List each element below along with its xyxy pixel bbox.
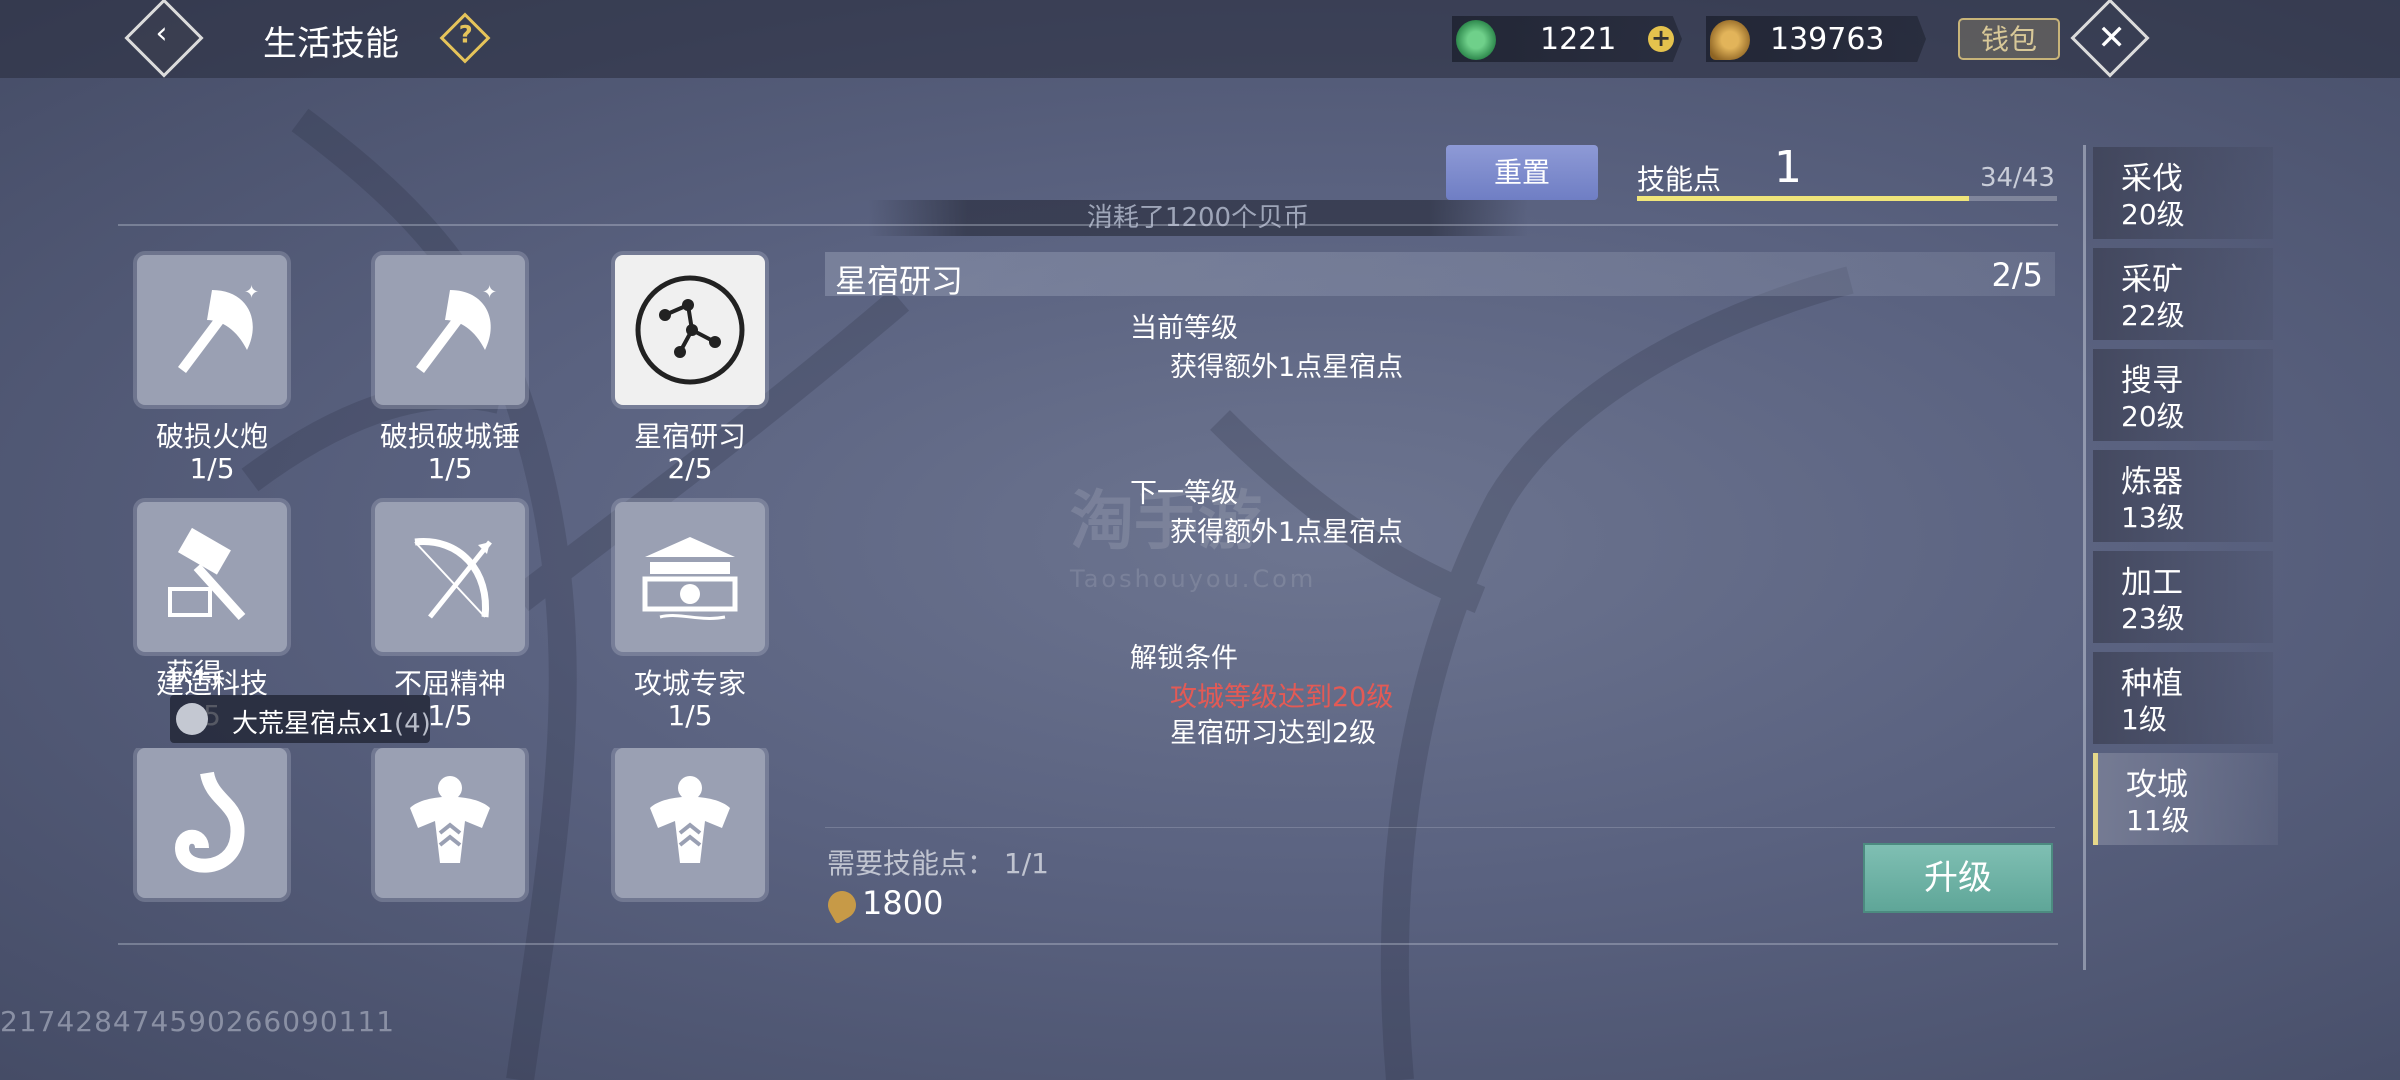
shell-icon <box>822 885 862 925</box>
gain-label: 获得 <box>166 657 223 690</box>
svg-text:✦: ✦ <box>482 282 497 303</box>
reset-button[interactable]: 重置 <box>1446 145 1598 200</box>
hammer-icon <box>137 502 287 652</box>
jade-value: 1221 <box>1540 22 1617 57</box>
divider <box>118 943 2058 945</box>
shell-value: 139763 <box>1770 22 1885 57</box>
unlock-requirement-unmet: 攻城等级达到20级 <box>1170 682 1394 713</box>
skill-points-value: 1 <box>1774 142 1802 193</box>
skill-name: 攻城专家 <box>633 667 746 700</box>
skill-points-progress-bar <box>1637 196 2057 201</box>
tab-name: 采矿 <box>2121 262 2183 298</box>
tab-name: 搜寻 <box>2121 363 2183 399</box>
item-name: 大荒星宿点x1 <box>232 709 394 739</box>
detail-title: 星宿研习 <box>835 262 964 300</box>
next-level-text: 获得额外1点星宿点 <box>1170 517 1404 548</box>
tab-siege[interactable]: 攻城 11级 <box>2093 753 2278 845</box>
tab-name: 炼器 <box>2121 464 2183 500</box>
skill-stomach[interactable] <box>92 748 332 928</box>
tab-name: 加工 <box>2121 565 2183 601</box>
next-level-label: 下一等级 <box>1130 478 1238 509</box>
tab-planting[interactable]: 种植 1级 <box>2093 652 2273 744</box>
page-title: 生活技能 <box>263 24 399 64</box>
skill-name: 星宿研习 <box>633 420 746 453</box>
skill-name: 破损火炮 <box>155 420 268 453</box>
skill-star-study[interactable]: 星宿研习 2/5 <box>570 255 810 485</box>
tab-level: 20级 <box>2121 400 2185 433</box>
skill-muscle-2[interactable] <box>570 748 810 928</box>
current-level-text: 获得额外1点星宿点 <box>1170 352 1404 383</box>
required-points: 需要技能点： 1/1 <box>827 842 1049 882</box>
item-gain-toast: 大荒星宿点x1(4) <box>170 695 431 743</box>
skill-points-label: 技能点 <box>1637 163 1722 196</box>
skill-level: 2/5 <box>667 452 713 485</box>
star-point-icon <box>176 703 208 735</box>
skill-level: 1/5 <box>667 699 713 732</box>
tab-name: 攻城 <box>2126 767 2188 803</box>
fortress-icon <box>615 502 765 652</box>
skill-level: 1/5 <box>427 452 473 485</box>
bow-icon <box>375 502 525 652</box>
close-icon: ✕ <box>2097 18 2126 59</box>
upgrade-button[interactable]: 升级 <box>1863 843 2053 913</box>
current-level-label: 当前等级 <box>1130 313 1238 344</box>
tab-search[interactable]: 搜寻 20级 <box>2093 349 2273 441</box>
divider <box>118 224 2058 226</box>
axe-icon: ✦ <box>375 255 525 405</box>
wallet-button[interactable]: 钱包 <box>1958 18 2060 60</box>
skill-broken-ram[interactable]: ✦ 破损破城锤 1/5 <box>330 255 570 485</box>
tabs-divider <box>2083 145 2086 970</box>
svg-text:✦: ✦ <box>244 282 259 303</box>
skill-siege-expert[interactable]: 攻城专家 1/5 <box>570 502 810 732</box>
question-icon: ? <box>458 20 473 49</box>
muscle-icon <box>615 748 765 898</box>
progress-fill <box>1637 196 1969 201</box>
required-points-value: 1/1 <box>1003 847 1049 880</box>
skill-muscle[interactable] <box>330 748 570 928</box>
skill-name: 破损破城锤 <box>379 420 520 453</box>
watermark-url: Taoshouyou.Com <box>1070 565 1317 593</box>
tab-level: 1级 <box>2121 703 2167 736</box>
muscle-icon <box>375 748 525 898</box>
tab-level: 13级 <box>2121 501 2185 534</box>
skill-level: 1/5 <box>189 452 235 485</box>
upgrade-cost: 1800 <box>822 884 944 925</box>
tab-name: 种植 <box>2121 666 2183 702</box>
unlock-requirement-met: 星宿研习达到2级 <box>1170 718 1377 749</box>
skill-broken-cannon[interactable]: ✦ 破损火炮 1/5 <box>92 255 332 485</box>
tab-mining[interactable]: 采矿 22级 <box>2093 248 2273 340</box>
tab-processing[interactable]: 加工 23级 <box>2093 551 2273 643</box>
cost-value: 1800 <box>862 884 944 922</box>
detail-header: 星宿研习 2/5 <box>825 252 2055 300</box>
shell-currency: 139763 <box>1706 16 1926 62</box>
tab-level: 23级 <box>2121 602 2185 635</box>
player-id: 217428474590266090111 <box>0 1005 396 1038</box>
tab-logging[interactable]: 采伐 20级 <box>2093 147 2273 239</box>
axe-icon: ✦ <box>137 255 287 405</box>
tab-forging[interactable]: 炼器 13级 <box>2093 450 2273 542</box>
tab-name: 采伐 <box>2121 161 2183 197</box>
detail-level: 2/5 <box>1991 256 2044 294</box>
add-currency-button[interactable]: + <box>1648 26 1674 52</box>
tab-level: 22级 <box>2121 299 2185 332</box>
shell-icon <box>1710 20 1750 60</box>
tab-level: 11级 <box>2126 804 2190 837</box>
jade-icon <box>1456 20 1496 60</box>
back-arrow-icon: ‹ <box>155 15 168 51</box>
required-points-label: 需要技能点： <box>827 847 996 880</box>
cost-banner: 消耗了1200个贝币 <box>868 200 1528 236</box>
tab-level: 20级 <box>2121 198 2185 231</box>
skill-points-progress-text: 34/43 <box>1980 163 2055 193</box>
constellation-icon <box>615 255 765 405</box>
divider <box>825 827 2055 828</box>
item-count: (4) <box>393 709 431 739</box>
unlock-label: 解锁条件 <box>1130 643 1238 674</box>
stomach-icon <box>137 748 287 898</box>
